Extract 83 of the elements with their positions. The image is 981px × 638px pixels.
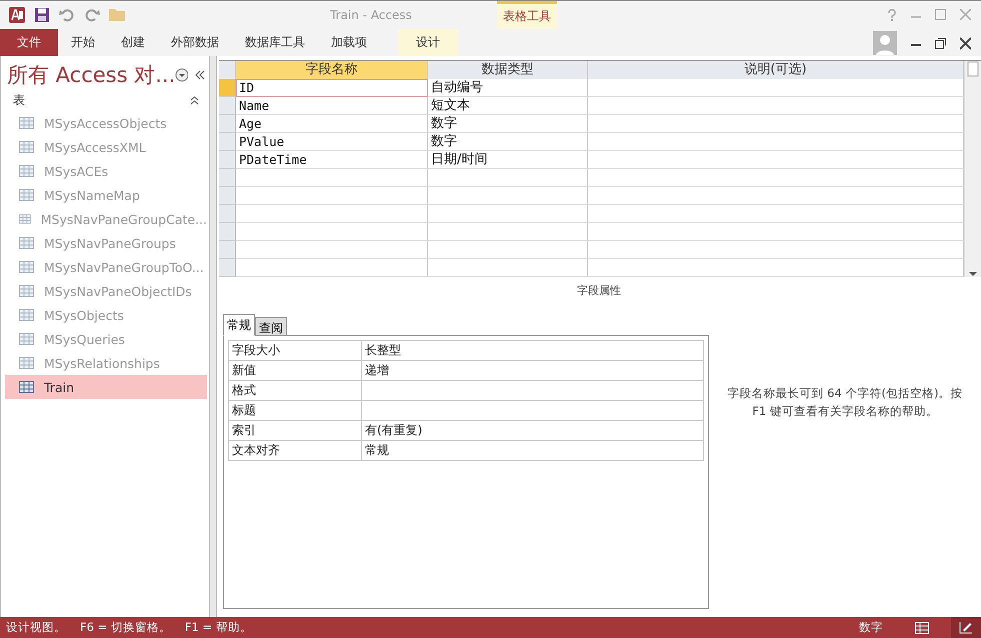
ribbon-tab[interactable]: 开始 [58, 29, 108, 56]
ribbon-tab[interactable]: 外部数据 [158, 29, 232, 56]
collapse-group-icon[interactable] [190, 96, 199, 105]
ribbon-tab[interactable]: 加载项 [318, 29, 380, 56]
row-selector[interactable] [219, 205, 236, 223]
scroll-down-icon[interactable] [969, 271, 977, 277]
scroll-thumb[interactable] [967, 61, 979, 77]
table-icon [19, 213, 31, 225]
row-selector[interactable] [219, 133, 236, 151]
status-mode: 数字 [859, 620, 883, 635]
corner-cell[interactable] [219, 61, 236, 79]
row-selector[interactable] [219, 151, 236, 169]
context-group-label: 表格工具 [497, 1, 557, 29]
user-avatar-icon[interactable] [873, 30, 897, 54]
pane-splitter[interactable] [210, 56, 217, 617]
design-view-icon[interactable] [951, 617, 981, 638]
table-icon [19, 261, 34, 273]
table-cell: 数字 [428, 115, 588, 133]
redo-icon[interactable] [84, 7, 100, 23]
table-icon [19, 285, 34, 297]
ribbon-tab[interactable]: 创建 [108, 29, 158, 56]
column-header: 说明(可选) [588, 61, 964, 79]
nav-pane-title[interactable]: 所有 Access 对... [7, 61, 176, 89]
dropdown-icon[interactable] [175, 68, 188, 82]
table-icon [19, 309, 34, 321]
row-selector[interactable] [219, 169, 236, 187]
property-value[interactable]: 有(有重复) [362, 421, 703, 440]
row-selector[interactable] [219, 187, 236, 205]
property-label: 新值 [229, 361, 362, 380]
property-label: 格式 [229, 381, 362, 400]
status-text: F1 = 帮助。 [184, 620, 252, 635]
table-icon [19, 117, 34, 129]
table-cell: ID [236, 79, 428, 97]
property-value[interactable]: 长整型 [362, 341, 703, 360]
status-text: 设计视图。 [6, 620, 66, 635]
table-cell: Age [236, 115, 428, 133]
section-title: 字段属性 [576, 283, 622, 298]
maximize-icon[interactable] [935, 9, 946, 20]
property-tab[interactable]: 常规 [223, 314, 255, 336]
table-icon [19, 357, 34, 369]
table-cell: Name [236, 97, 428, 115]
ribbon-tab[interactable]: 数据库工具 [232, 29, 318, 56]
ribbon-tab[interactable]: 设计 [398, 29, 458, 56]
table-icon [19, 165, 34, 177]
row-selector[interactable] [219, 79, 236, 97]
table-cell: 日期/时间 [428, 151, 588, 169]
row-selector[interactable] [219, 259, 236, 277]
collapse-icon[interactable] [194, 70, 205, 80]
undo-icon[interactable] [59, 7, 75, 23]
table-icon [19, 237, 34, 249]
row-selector[interactable] [219, 241, 236, 259]
row-selector[interactable] [219, 115, 236, 133]
table-cell: PDateTime [236, 151, 428, 169]
group-label: 表 [13, 92, 25, 109]
scrollbar[interactable] [964, 61, 981, 277]
folder-icon[interactable] [109, 7, 125, 23]
column-header: 数据类型 [428, 61, 588, 79]
access-logo-icon[interactable] [9, 7, 25, 23]
property-label: 标题 [229, 401, 362, 420]
status-text: F6 = 切换窗格。 [80, 620, 171, 635]
table-icon [19, 141, 34, 153]
ribbon-tab[interactable]: 文件 [0, 29, 58, 56]
row-selector[interactable] [219, 223, 236, 241]
table-cell: 短文本 [428, 97, 588, 115]
property-tab[interactable]: 查阅 [255, 317, 287, 336]
property-value[interactable]: 常规 [362, 441, 703, 460]
property-label: 字段大小 [229, 341, 362, 360]
table-icon [19, 381, 34, 393]
property-label: 文本对齐 [229, 441, 362, 460]
column-header: 字段名称 [236, 61, 428, 79]
table-cell: 自动编号 [428, 79, 588, 97]
row-selector[interactable] [219, 97, 236, 115]
help-text: 字段名称最长可到 64 个字符(包括空格)。按 F1 键可查看有关字段名称的帮助。 [726, 384, 964, 420]
nav-item[interactable]: Train [5, 375, 207, 399]
table-cell: 数字 [428, 133, 588, 151]
window-title: Train - Access [329, 8, 412, 22]
table-cell: PValue [236, 133, 428, 151]
help-icon[interactable] [887, 9, 897, 21]
save-icon[interactable] [34, 7, 50, 23]
table-icon [19, 189, 34, 201]
table-icon [19, 333, 34, 345]
property-label: 索引 [229, 421, 362, 440]
property-value[interactable]: 递增 [362, 361, 703, 380]
